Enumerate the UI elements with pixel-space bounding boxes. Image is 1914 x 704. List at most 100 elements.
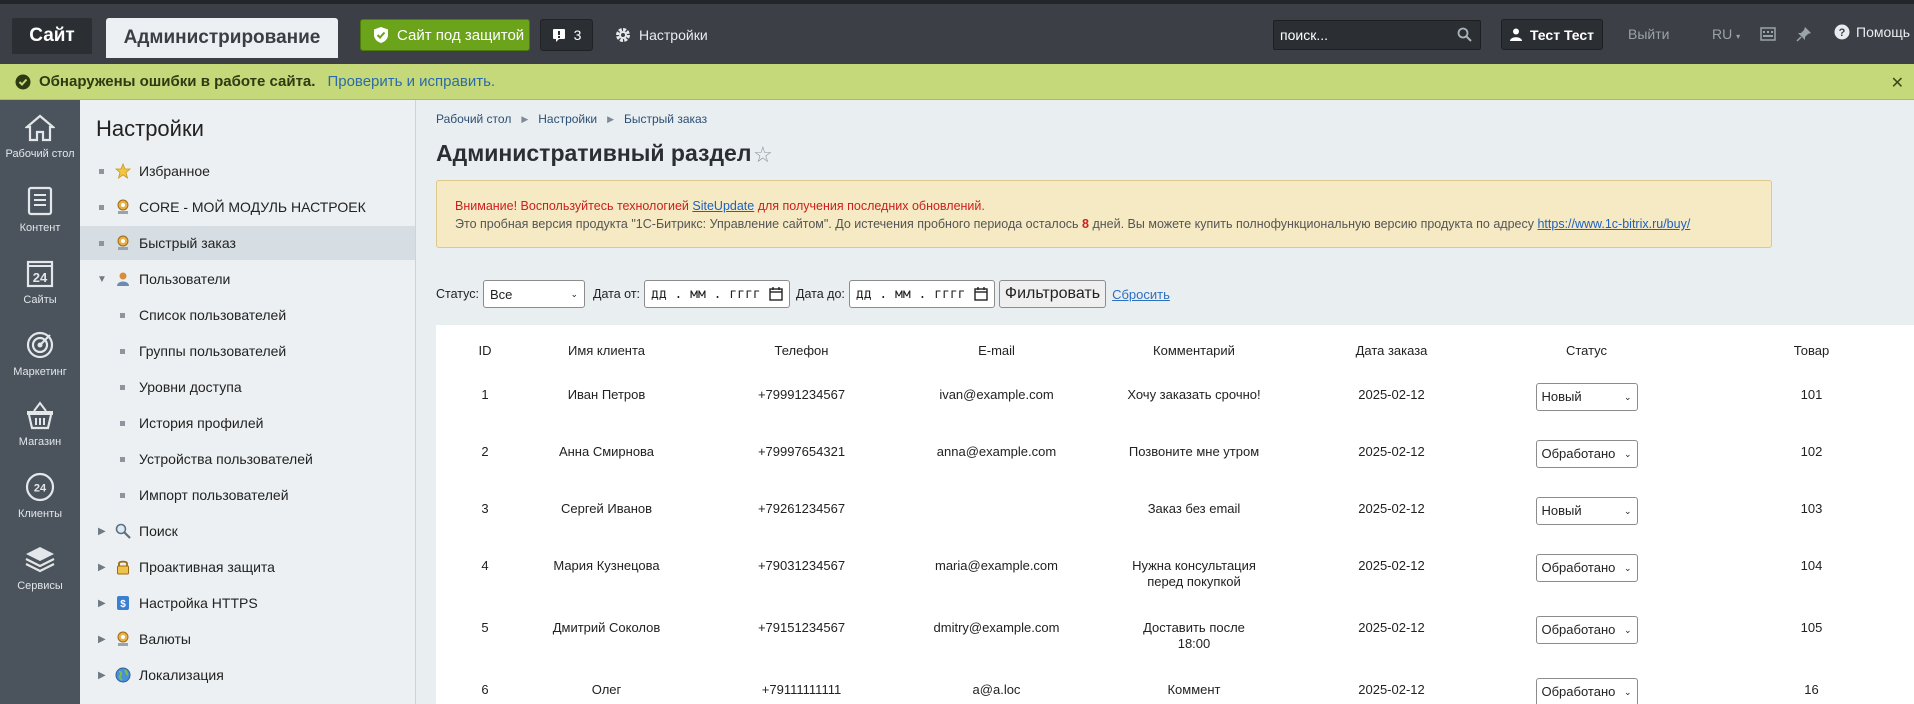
hotkeys-icon[interactable] [1760, 26, 1776, 42]
status-select[interactable]: Обработано ⌄ [1535, 440, 1638, 468]
settings-subitem-user-groups[interactable]: Группы пользователей [80, 334, 415, 368]
error-message: Обнаружены ошибки в работе сайта. [39, 73, 316, 90]
cell-status: Новый ⌄ [1464, 489, 1709, 546]
main-content: Рабочий стол ▶ Настройки ▶ Быстрый заказ… [417, 100, 1914, 704]
settings-item-favorites[interactable]: Избранное [80, 154, 415, 188]
date-from-input[interactable]: дд . мм . гггг [644, 280, 791, 308]
menu-item-clients[interactable]: 24 Клиенты [0, 472, 80, 521]
tab-site[interactable]: Сайт [12, 18, 92, 54]
pin-icon[interactable] [1796, 26, 1812, 42]
menu-item-content[interactable]: Контент [0, 186, 80, 235]
chevron-right-icon[interactable]: ▶ [98, 598, 106, 609]
settings-item-core[interactable]: CORE - МОЙ МОДУЛЬ НАСТРОЕК [80, 190, 415, 224]
date-to-input[interactable]: дд . мм . гггг [848, 280, 995, 308]
siteupdate-link[interactable]: SiteUpdate [692, 199, 754, 213]
cell-status: Обработано ⌄ [1464, 608, 1709, 670]
check-and-fix-link[interactable]: Проверить и исправить. [327, 73, 495, 90]
menu-item-services[interactable]: Сервисы [0, 544, 80, 593]
cell-phone: +79261234567 [757, 501, 846, 516]
settings-subitem-user-import[interactable]: Импорт пользователей [80, 478, 415, 512]
cell-email [924, 489, 1069, 546]
chevron-right-icon[interactable]: ▶ [98, 526, 106, 537]
cell-comment: Нужна консультация перед покупкой [1132, 558, 1256, 589]
status-select[interactable]: Новый ⌄ [1535, 497, 1638, 525]
shield-icon [374, 27, 388, 43]
column-header-status: Статус [1565, 342, 1608, 358]
breadcrumb-item[interactable]: Быстрый заказ [624, 112, 707, 126]
settings-item-currencies[interactable]: ▶ Валюты [80, 622, 415, 656]
chevron-down-icon[interactable]: ▼ [97, 274, 107, 285]
close-icon[interactable]: ✕ [1891, 73, 1904, 93]
notification-count: 3 [573, 27, 582, 43]
cell-phone: +79151234567 [757, 620, 846, 635]
cell-date: 2025-02-12 [1358, 501, 1425, 516]
settings-item-label: Список пользователей [139, 307, 287, 323]
settings-subitem-user-devices[interactable]: Устройства пользователей [80, 442, 415, 476]
help-link[interactable]: ? Помощь [1834, 24, 1910, 40]
calendar-icon[interactable] [769, 287, 783, 301]
settings-item-quick-order[interactable]: Быстрый заказ [80, 226, 415, 260]
settings-item-search[interactable]: ▶ Поиск [80, 514, 415, 548]
error-notification-bar: Обнаружены ошибки в работе сайта. Провер… [0, 64, 1914, 100]
menu-item-desktop[interactable]: Рабочий стол [0, 114, 80, 161]
settings-item-localization[interactable]: ▶ Локализация [80, 658, 415, 692]
buy-link[interactable]: https://www.1c-bitrix.ru/buy/ [1537, 217, 1690, 231]
chevron-down-icon: ⌄ [1623, 625, 1632, 635]
chevron-right-icon[interactable]: ▶ [98, 634, 106, 645]
breadcrumb: Рабочий стол ▶ Настройки ▶ Быстрый заказ [436, 112, 707, 126]
breadcrumb-item[interactable]: Настройки [538, 112, 597, 126]
status-select[interactable]: Обработано ⌄ [1535, 616, 1638, 644]
settings-item-https[interactable]: ▶ $ Настройка HTTPS [80, 586, 415, 620]
settings-item-users[interactable]: ▼ Пользователи [80, 262, 415, 296]
cell-product: 104 [1800, 558, 1823, 573]
help-icon: ? [1834, 24, 1850, 40]
search-icon [115, 523, 131, 539]
cell-phone: +79991234567 [757, 387, 846, 402]
chevron-right-icon[interactable]: ▶ [98, 670, 106, 681]
menu-item-shop[interactable]: Магазин [0, 400, 80, 449]
settings-subitem-profile-history[interactable]: История профилей [80, 406, 415, 440]
cell-phone: +79111111111 [761, 682, 842, 697]
settings-item-label: Избранное [139, 163, 210, 179]
settings-item-label: История профилей [139, 415, 264, 431]
settings-item-label: Устройства пользователей [139, 451, 313, 467]
menu-item-marketing[interactable]: Маркетинг [0, 330, 80, 379]
settings-item-proactive-protection[interactable]: ▶ Проактивная защита [80, 550, 415, 584]
logout-link[interactable]: Выйти [1628, 26, 1669, 42]
notice-line-2: Это пробная версия продукта "1С-Битрикс:… [455, 215, 1753, 233]
settings-link[interactable]: Настройки [615, 19, 708, 51]
bullet-icon [120, 456, 125, 462]
reset-filter-link[interactable]: Сбросить [1112, 287, 1170, 302]
status-select[interactable]: Новый ⌄ [1535, 383, 1638, 411]
favorite-star-icon[interactable]: ☆ [753, 142, 773, 168]
user-button[interactable]: Тест Тест [1501, 19, 1603, 50]
tab-admin[interactable]: Администрирование [106, 18, 338, 58]
menu-item-label: Контент [19, 222, 61, 234]
help-label: Помощь [1856, 24, 1911, 40]
settings-item-label: Импорт пользователей [139, 487, 289, 503]
menu-item-label: Магазин [18, 436, 62, 448]
status-select[interactable]: Обработано ⌄ [1535, 554, 1638, 582]
notice-text: дней. Вы можете купить полнофункциональн… [1089, 217, 1538, 231]
breadcrumb-item[interactable]: Рабочий стол [436, 112, 511, 126]
chevron-right-icon[interactable]: ▶ [98, 562, 106, 573]
status-filter-select[interactable]: Все ⌄ [483, 280, 585, 308]
cell-name: Сергей Иванов [560, 501, 653, 516]
language-selector[interactable]: RU ▾ [1712, 26, 1740, 42]
search-icon[interactable] [1457, 27, 1472, 42]
notifications-button[interactable]: 3 [540, 19, 593, 51]
cell-product: 102 [1800, 444, 1823, 459]
site-protected-button[interactable]: Сайт под защитой [360, 19, 530, 51]
calendar-icon[interactable] [974, 287, 988, 301]
menu-item-sites[interactable]: 24 Сайты [0, 258, 80, 307]
date-to-value: дд . мм . гггг [855, 286, 966, 302]
filter-button[interactable]: Фильтровать [998, 280, 1107, 308]
table-header-row: ID Имя клиента Телефон E-mail Комментари… [436, 325, 1914, 375]
bullet-icon [120, 384, 125, 390]
search-input[interactable]: поиск... [1273, 20, 1481, 50]
table-row: 5 Дмитрий Соколов +79151234567 dmitry@ex… [436, 608, 1914, 670]
settings-subitem-access-levels[interactable]: Уровни доступа [80, 370, 415, 404]
left-main-menu: Рабочий стол Контент 24 Сайты Маркетинг [0, 100, 80, 704]
settings-subitem-user-list[interactable]: Список пользователей [80, 298, 415, 332]
status-select[interactable]: Обработано ⌄ [1535, 678, 1638, 704]
